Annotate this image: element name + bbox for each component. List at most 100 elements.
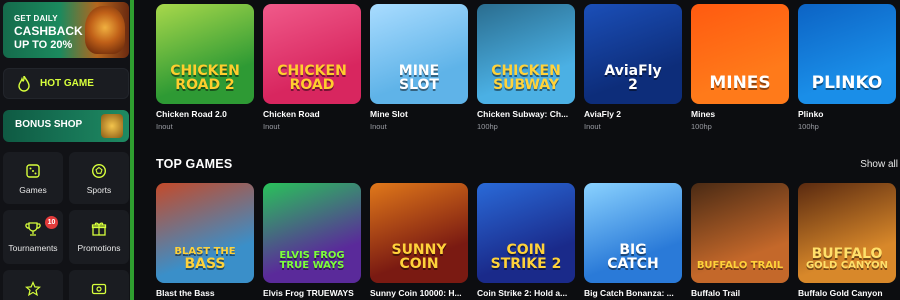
sidebar-item-label: Sports bbox=[86, 185, 112, 195]
game-title: Plinko bbox=[798, 109, 824, 119]
game-card[interactable]: SUNNY COIN Sunny Coin 10000: H... bbox=[370, 183, 468, 298]
main-content: CHICKEN ROAD 2 Chicken Road 2.0 Inout CHICKE… bbox=[134, 0, 900, 300]
flame-icon bbox=[18, 76, 30, 92]
cashback-line3: UP TO 20% bbox=[14, 39, 73, 51]
game-thumbnail[interactable]: MINES bbox=[691, 4, 789, 104]
game-logo: ELVIS FROG TRUE WAYS bbox=[267, 251, 357, 271]
game-logo: BIG CATCH bbox=[588, 243, 678, 271]
hot-game-button[interactable]: HOT GAME bbox=[3, 68, 129, 99]
game-card[interactable]: BLAST THE BASS Blast the Bass bbox=[156, 183, 254, 298]
game-logo-line: COIN bbox=[399, 256, 439, 272]
game-logo: CHICKEN ROAD 2 bbox=[160, 64, 250, 92]
game-logo-line: PLINKO bbox=[811, 73, 883, 93]
ball-icon bbox=[91, 163, 107, 179]
sidebar-item-label: Games bbox=[19, 185, 47, 195]
game-logo-line: 2 bbox=[628, 77, 638, 93]
game-card[interactable]: MINE SLOT Mine Slot Inout bbox=[370, 4, 468, 131]
sidebar-item-label: Promotions bbox=[77, 243, 121, 253]
game-thumbnail[interactable]: CHICKEN ROAD bbox=[263, 4, 361, 104]
game-thumbnail[interactable]: CHICKEN SUBWAY bbox=[477, 4, 575, 104]
game-thumbnail[interactable]: CHICKEN ROAD 2 bbox=[156, 4, 254, 104]
game-logo-line: STRIKE 2 bbox=[490, 256, 562, 272]
game-logo: PLINKO bbox=[802, 75, 892, 92]
game-card[interactable]: ELVIS FROG TRUE WAYS Elvis Frog TRUEWAYS bbox=[263, 183, 361, 298]
game-logo-line: MINES bbox=[709, 73, 771, 93]
game-title: Mines bbox=[691, 109, 716, 119]
cashback-line2: CASHBACK bbox=[14, 24, 83, 38]
game-thumbnail[interactable]: BUFFALO TRAIL bbox=[691, 183, 789, 283]
game-provider: Inout bbox=[584, 122, 601, 131]
sidebar-item-favorites[interactable] bbox=[3, 270, 63, 300]
bonus-shop-label: BONUS SHOP bbox=[15, 119, 83, 130]
cashback-line1: GET DAILY bbox=[14, 14, 58, 23]
game-title: Sunny Coin 10000: H... bbox=[370, 288, 462, 298]
bonus-shop-art bbox=[101, 114, 123, 138]
game-thumbnail[interactable]: PLINKO bbox=[798, 4, 896, 104]
game-title: Buffalo Trail bbox=[691, 288, 741, 298]
game-logo: AviaFly 2 bbox=[588, 64, 678, 92]
game-thumbnail[interactable]: ELVIS FROG TRUE WAYS bbox=[263, 183, 361, 283]
cashback-banner[interactable]: GET DAILY CASHBACK UP TO 20% bbox=[3, 2, 129, 58]
game-thumbnail[interactable]: AviaFly 2 bbox=[584, 4, 682, 104]
game-logo-line: BUFFALO bbox=[811, 246, 883, 262]
game-thumbnail[interactable]: BUFFALO GOLD CANYON bbox=[798, 183, 896, 283]
game-logo: CHICKEN SUBWAY bbox=[481, 64, 571, 92]
game-logo-line: CATCH bbox=[607, 256, 659, 272]
game-provider: 100hp bbox=[798, 122, 819, 131]
game-provider: 100hp bbox=[691, 122, 712, 131]
game-logo-line: SLOT bbox=[399, 77, 439, 93]
money-icon bbox=[91, 283, 107, 295]
sidebar-item-cash[interactable] bbox=[69, 270, 129, 300]
game-logo-line: ROAD 2 bbox=[175, 77, 235, 93]
game-card[interactable]: PLINKO Plinko 100hp bbox=[798, 4, 896, 131]
game-thumbnail[interactable]: SUNNY COIN bbox=[370, 183, 468, 283]
game-logo-line: SUBWAY bbox=[493, 77, 559, 93]
gift-icon bbox=[91, 222, 107, 236]
game-thumbnail[interactable]: MINE SLOT bbox=[370, 4, 468, 104]
game-card[interactable]: CHICKEN SUBWAY Chicken Subway: Ch... 100hp bbox=[477, 4, 575, 131]
sidebar-item-sports[interactable]: Sports bbox=[69, 152, 129, 204]
game-card[interactable]: AviaFly 2 AviaFly 2 Inout bbox=[584, 4, 682, 131]
sidebar-item-tournaments[interactable]: 10 Tournaments bbox=[3, 210, 63, 264]
game-provider: Inout bbox=[370, 122, 387, 131]
game-card[interactable]: BUFFALO GOLD CANYON Buffalo Gold Canyon bbox=[798, 183, 896, 298]
game-logo-line: CHICKEN bbox=[277, 63, 347, 79]
game-title: Buffalo Gold Canyon bbox=[798, 288, 883, 298]
game-title: Mine Slot bbox=[370, 109, 408, 119]
game-provider: Inout bbox=[263, 122, 280, 131]
game-logo-line: COIN bbox=[506, 242, 546, 258]
game-logo-line: SUNNY bbox=[391, 242, 447, 258]
game-thumbnail[interactable]: BIG CATCH bbox=[584, 183, 682, 283]
game-logo-line: AviaFly bbox=[604, 63, 662, 79]
bonus-shop-button[interactable]: BONUS SHOP bbox=[3, 110, 129, 142]
game-logo: CHICKEN ROAD bbox=[267, 64, 357, 92]
game-thumbnail[interactable]: BLAST THE BASS bbox=[156, 183, 254, 283]
game-card[interactable]: CHICKEN ROAD Chicken Road Inout bbox=[263, 4, 361, 131]
game-logo-line: MINE bbox=[398, 63, 440, 79]
game-title: Chicken Road 2.0 bbox=[156, 109, 227, 119]
game-provider: 100hp bbox=[477, 122, 498, 131]
trophy-icon bbox=[25, 222, 41, 236]
game-logo: BLAST THE BASS bbox=[160, 247, 250, 272]
game-logo: COIN STRIKE 2 bbox=[481, 243, 571, 271]
sidebar: GET DAILY CASHBACK UP TO 20% HOT GAME BO… bbox=[0, 0, 134, 300]
game-logo: BUFFALO TRAIL bbox=[695, 261, 785, 271]
game-card[interactable]: MINES Mines 100hp bbox=[691, 4, 789, 131]
sidebar-item-promotions[interactable]: Promotions bbox=[69, 210, 129, 264]
game-card[interactable]: COIN STRIKE 2 Coin Strike 2: Hold a... bbox=[477, 183, 575, 298]
game-card[interactable]: BUFFALO TRAIL Buffalo Trail bbox=[691, 183, 789, 298]
game-logo-line: TRUE WAYS bbox=[279, 260, 345, 271]
game-card[interactable]: BIG CATCH Big Catch Bonanza: ... bbox=[584, 183, 682, 298]
game-title: Elvis Frog TRUEWAYS bbox=[263, 288, 354, 298]
game-card[interactable]: CHICKEN ROAD 2 Chicken Road 2.0 Inout bbox=[156, 4, 254, 131]
dice-icon bbox=[26, 164, 40, 178]
game-logo: SUNNY COIN bbox=[374, 243, 464, 271]
game-thumbnail[interactable]: COIN STRIKE 2 bbox=[477, 183, 575, 283]
sidebar-item-games[interactable]: Games bbox=[3, 152, 63, 204]
game-provider: Inout bbox=[156, 122, 173, 131]
hot-game-label: HOT GAME bbox=[40, 78, 94, 89]
game-title: Coin Strike 2: Hold a... bbox=[477, 288, 568, 298]
game-logo: BUFFALO GOLD CANYON bbox=[802, 247, 892, 271]
game-title: Chicken Road bbox=[263, 109, 320, 119]
show-all-link[interactable]: Show all bbox=[860, 159, 898, 170]
